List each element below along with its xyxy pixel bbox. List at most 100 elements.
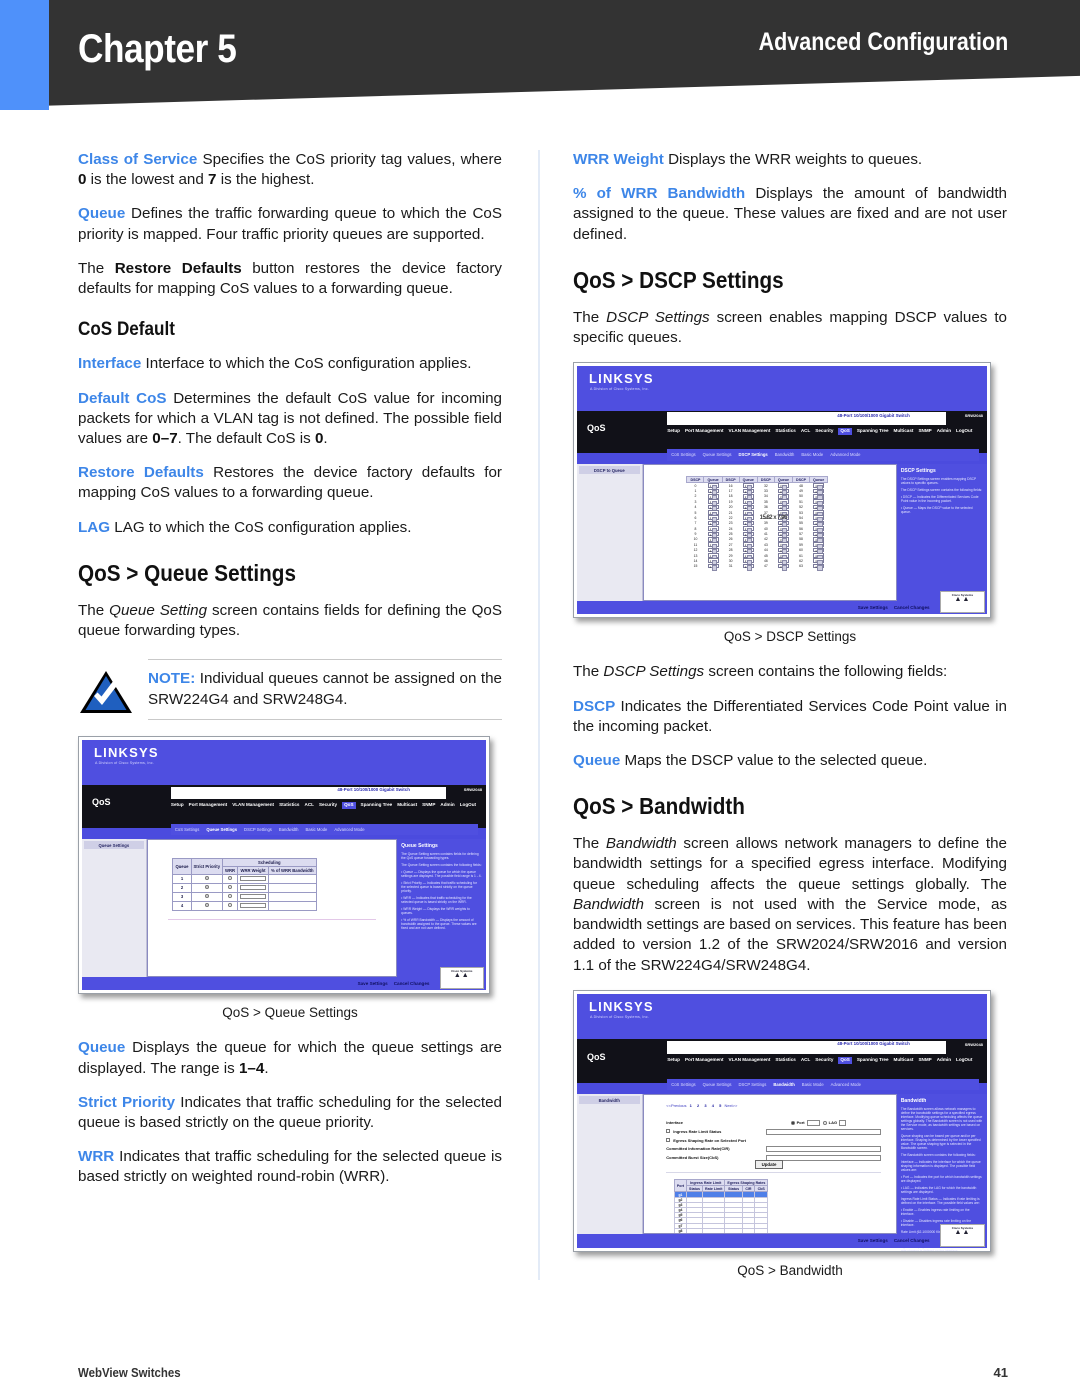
strict-priority-radio[interactable] — [204, 894, 209, 899]
save-settings-button[interactable]: Save Settings — [358, 981, 388, 986]
queue-select[interactable]: 3 — [777, 536, 789, 544]
menu-item-acl[interactable]: ACL — [305, 802, 314, 808]
queue-select[interactable]: 4 — [813, 536, 825, 544]
queue-select[interactable]: 2 — [742, 542, 754, 549]
menu-item-acl[interactable]: ACL — [801, 1057, 810, 1063]
menu-item-multicast[interactable]: Multicast — [397, 802, 417, 808]
menu-item-port-management[interactable]: Port Management — [685, 428, 724, 434]
queue-select[interactable]: 1 — [707, 547, 719, 555]
menu-item-qos[interactable]: QoS — [838, 427, 852, 435]
queue-select[interactable]: 2 — [742, 563, 754, 571]
submenu-item-bandwidth[interactable]: Bandwidth — [773, 1082, 794, 1087]
cancel-changes-button[interactable]: Cancel Changes — [894, 1238, 930, 1243]
submenu-item-advanced-mode[interactable]: Advanced Mode — [831, 1082, 861, 1087]
queue-select[interactable]: 3 — [777, 547, 789, 555]
submenu-item-advanced-mode[interactable]: Advanced Mode — [830, 452, 860, 457]
menu-item-spanning-tree[interactable]: Spanning Tree — [857, 428, 889, 434]
pager-next[interactable]: Next>> — [724, 1103, 737, 1108]
submenu-item-basic-mode[interactable]: Basic Mode — [305, 827, 327, 832]
queue-select[interactable]: 2 — [742, 488, 754, 495]
wrr-radio[interactable] — [228, 894, 233, 899]
menu-item-admin[interactable]: Admin — [937, 1057, 951, 1063]
queue-select[interactable]: 1 — [707, 493, 719, 501]
queue-select[interactable]: 1 — [707, 504, 719, 512]
queue-select[interactable]: 2 — [742, 504, 754, 512]
queue-select[interactable]: 2 — [742, 520, 754, 528]
submenu-item-dscp-settings[interactable]: DSCP Settings — [244, 827, 272, 832]
menu-item-snmp[interactable]: SNMP — [422, 802, 435, 808]
ingress-rate-limit-checkbox[interactable] — [666, 1129, 671, 1134]
pager-page-2[interactable]: 2 — [697, 1103, 699, 1108]
queue-select[interactable]: 1 — [707, 510, 719, 517]
left-nav-title[interactable]: Queue Settings — [84, 841, 144, 850]
menu-item-statistics[interactable]: Statistics — [279, 802, 299, 808]
submenu-item-dscp-settings[interactable]: DSCP Settings — [739, 1082, 767, 1087]
menu-item-snmp[interactable]: SNMP — [918, 428, 931, 434]
queue-select[interactable]: 1 — [707, 536, 719, 544]
save-settings-button[interactable]: Save Settings — [858, 1238, 888, 1243]
menu-item-acl[interactable]: ACL — [801, 428, 810, 434]
queue-select[interactable]: 4 — [813, 531, 825, 538]
queue-select[interactable]: 1 — [707, 483, 719, 490]
queue-select[interactable]: 4 — [813, 526, 825, 533]
menu-item-spanning-tree[interactable]: Spanning Tree — [857, 1057, 889, 1063]
submenu-item-queue-settings[interactable]: Queue Settings — [703, 1082, 732, 1087]
queue-select[interactable]: 2 — [742, 493, 754, 501]
menu-item-logout[interactable]: LogOut — [956, 1057, 972, 1063]
menu-item-multicast[interactable]: Multicast — [894, 1057, 914, 1063]
queue-select[interactable]: 3 — [777, 542, 789, 549]
menu-item-admin[interactable]: Admin — [440, 802, 454, 808]
queue-select[interactable]: 1 — [707, 542, 719, 549]
queue-select[interactable]: 1 — [707, 531, 719, 538]
wrr-weight-input[interactable] — [240, 884, 267, 890]
menu-item-spanning-tree[interactable]: Spanning Tree — [361, 802, 393, 808]
sub-menu[interactable]: CoS Settings Queue Settings DSCP Setting… — [667, 1078, 979, 1091]
sub-menu[interactable]: CoS Settings Queue Settings DSCP Setting… — [170, 824, 478, 836]
menu-item-vlan-management[interactable]: VLAN Management — [232, 802, 274, 808]
menu-item-admin[interactable]: Admin — [937, 428, 951, 434]
queue-select[interactable]: 3 — [777, 493, 789, 501]
menu-item-logout[interactable]: LogOut — [460, 802, 476, 808]
menu-item-port-management[interactable]: Port Management — [189, 802, 228, 808]
queue-select[interactable]: 3 — [777, 520, 789, 528]
queue-select[interactable]: 3 — [777, 488, 789, 495]
port-select[interactable] — [806, 1119, 820, 1126]
menu-item-security[interactable]: Security — [815, 428, 833, 434]
queue-select[interactable]: 3 — [777, 526, 789, 533]
queue-select[interactable]: 1 — [707, 515, 719, 522]
menu-item-qos[interactable]: QoS — [342, 802, 356, 810]
sub-menu[interactable]: CoS Settings Queue Settings DSCP Setting… — [667, 449, 979, 461]
wrr-radio[interactable] — [228, 876, 233, 881]
menu-item-security[interactable]: Security — [815, 1057, 833, 1063]
wrr-radio[interactable] — [228, 885, 233, 890]
queue-select[interactable]: 3 — [777, 510, 789, 517]
queue-select[interactable]: 2 — [742, 558, 754, 565]
queue-select[interactable]: 3 — [777, 483, 789, 490]
queue-select[interactable]: 3 — [777, 558, 789, 565]
pagination[interactable]: <<Previous 1 2 3 4 5 Next>> — [666, 1103, 737, 1108]
queue-select[interactable]: 2 — [742, 515, 754, 522]
submenu-item-cos-settings[interactable]: CoS Settings — [175, 827, 199, 832]
queue-select[interactable]: 4 — [813, 520, 825, 528]
strict-priority-radio[interactable] — [204, 876, 209, 881]
menu-item-security[interactable]: Security — [319, 802, 337, 808]
cbs-input[interactable] — [766, 1154, 881, 1161]
queue-select[interactable]: 1 — [707, 553, 719, 560]
submenu-item-basic-mode[interactable]: Basic Mode — [801, 452, 823, 457]
submenu-item-cos-settings[interactable]: CoS Settings — [671, 452, 695, 457]
queue-select[interactable]: 1 — [707, 520, 719, 528]
wrr-weight-input[interactable] — [240, 902, 267, 908]
lag-select[interactable] — [839, 1119, 847, 1126]
queue-select[interactable]: 4 — [813, 499, 825, 506]
wrr-radio[interactable] — [228, 903, 233, 908]
menu-item-qos[interactable]: QoS — [838, 1056, 852, 1064]
strict-priority-radio[interactable] — [204, 885, 209, 890]
queue-select[interactable]: 4 — [813, 547, 825, 555]
menu-item-port-management[interactable]: Port Management — [685, 1057, 724, 1063]
queue-select[interactable]: 1 — [707, 558, 719, 565]
pager-previous[interactable]: <<Previous — [666, 1103, 686, 1108]
submenu-item-bandwidth[interactable]: Bandwidth — [775, 452, 795, 457]
queue-select[interactable]: 1 — [707, 526, 719, 533]
queue-select[interactable]: 2 — [742, 526, 754, 533]
pager-page-3[interactable]: 3 — [704, 1103, 706, 1108]
